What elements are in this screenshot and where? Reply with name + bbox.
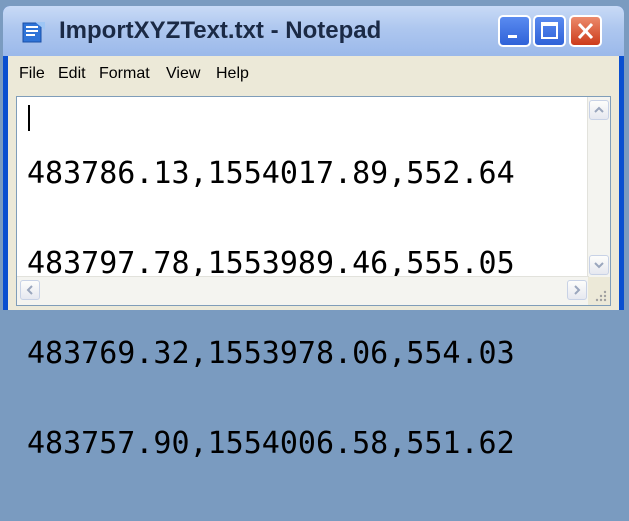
chevron-down-icon: [594, 262, 604, 269]
close-icon: [577, 22, 594, 40]
text-line: 483797.78,1553989.46,555.05: [27, 246, 515, 281]
chevron-right-icon: [574, 285, 581, 295]
minimize-icon: [508, 35, 517, 38]
text-line: 483769.32,1553978.06,554.03: [27, 336, 515, 371]
resize-grip-icon: [595, 290, 607, 302]
text-editor[interactable]: 483786.13,1554017.89,552.64 483797.78,15…: [16, 96, 611, 459]
text-caret: [28, 105, 30, 131]
menu-format[interactable]: Format: [96, 62, 153, 86]
chevron-left-icon: [26, 285, 33, 295]
title-bar[interactable]: ImportXYZText.txt - Notepad: [3, 6, 624, 56]
vertical-scrollbar[interactable]: [587, 97, 610, 277]
horizontal-scrollbar[interactable]: [17, 276, 589, 305]
text-line: 483786.13,1554017.89,552.64: [27, 156, 515, 191]
maximize-button[interactable]: [533, 15, 566, 47]
window-frame: File Edit Format View Help 483786.13,155…: [8, 56, 619, 459]
notepad-icon[interactable]: [21, 20, 47, 44]
chevron-up-icon: [594, 106, 604, 113]
resize-grip[interactable]: [588, 277, 610, 305]
menu-edit[interactable]: Edit: [55, 62, 89, 86]
maximize-icon: [541, 22, 558, 39]
menu-view[interactable]: View: [163, 62, 203, 86]
scroll-down-button[interactable]: [589, 255, 609, 275]
window-title: ImportXYZText.txt - Notepad: [59, 17, 382, 44]
document-text[interactable]: 483786.13,1554017.89,552.64 483797.78,15…: [27, 99, 587, 459]
scroll-right-button[interactable]: [567, 280, 587, 300]
text-line: 483757.90,1554006.58,551.62: [27, 426, 515, 461]
notepad-window: ImportXYZText.txt - Notepad File Edit Fo…: [3, 6, 624, 459]
menu-help[interactable]: Help: [213, 62, 252, 86]
scroll-left-button[interactable]: [20, 280, 40, 300]
scroll-up-button[interactable]: [589, 100, 609, 120]
menu-bar: File Edit Format View Help: [8, 56, 619, 92]
menu-file[interactable]: File: [16, 62, 48, 86]
close-button[interactable]: [569, 15, 602, 47]
minimize-button[interactable]: [498, 15, 531, 47]
